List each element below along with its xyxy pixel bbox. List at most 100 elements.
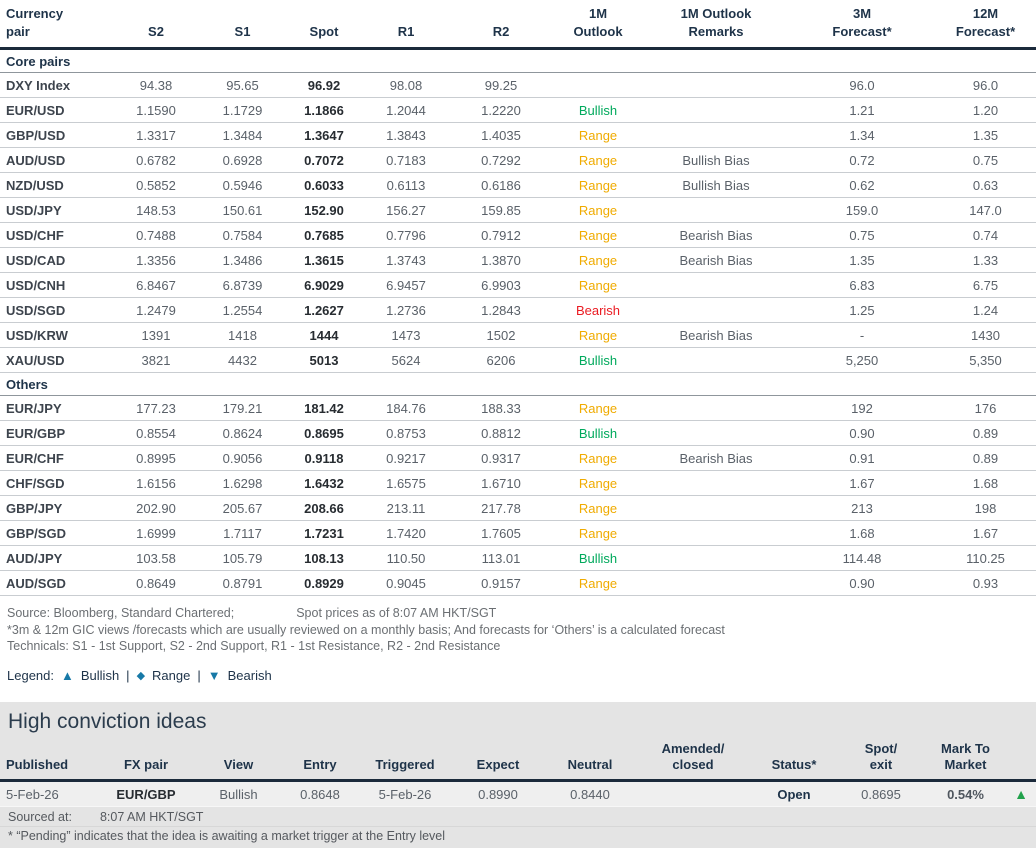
outlook-1m-value: Bullish [553,545,643,572]
outlook-1m-value [553,72,643,99]
forecast-12m-value: 147.0 [935,197,1036,224]
currency-row: USD/KRW 1391 1418 1444 1473 1502 Range B… [0,322,1036,349]
column-header [1006,739,1036,783]
technicals-note: Technicals: S1 - 1st Support, S2 - 2nd S… [7,639,501,654]
spot-value: 0.7685 [285,222,363,249]
outlook-1m-value: Range [553,172,643,199]
currency-row: EUR/USD 1.1590 1.1729 1.1866 1.2044 1.22… [0,97,1036,124]
s2-value: 94.38 [112,72,200,99]
idea-triggered: 5-Feb-26 [359,780,451,808]
outlook-remarks [643,545,789,572]
s2-value: 1.1590 [112,97,200,124]
outlook-1m-value: Bearish [553,297,643,324]
spot-value: 1.3615 [285,247,363,274]
range-diamond-icon: ◆ [136,669,146,682]
column-header: Neutral [545,739,635,783]
r2-value: 1.7605 [449,520,553,547]
currency-pair-label: USD/KRW [0,322,112,349]
column-header: 3M Forecast* [789,0,935,51]
s2-value: 3821 [112,347,200,374]
r2-value: 217.78 [449,495,553,522]
currency-pair-label: AUD/SGD [0,570,112,597]
outlook-1m-value: Range [553,495,643,522]
hc-header-row: Published FX pair View Entry Triggered E… [0,739,1036,783]
s1-value: 1.6298 [200,470,285,497]
r1-value: 0.7796 [363,222,449,249]
spot-value: 1.6432 [285,470,363,497]
high-conviction-table: Published FX pair View Entry Triggered E… [0,739,1036,808]
s1-value: 1.7117 [200,520,285,547]
r2-value: 1502 [449,322,553,349]
outlook-1m-value: Range [553,322,643,349]
forecast-12m-value: 1.33 [935,247,1036,274]
column-header-line1: 12M [972,6,999,21]
spot-value: 6.9029 [285,272,363,299]
column-header: 1M Outlook [553,0,643,51]
forecast-3m-value: 1.68 [789,520,935,547]
column-header-line2: Forecast* [832,23,892,39]
forecast-3m-value: 0.75 [789,222,935,249]
currency-pair-label: NZD/USD [0,172,112,199]
s1-value: 1.3484 [200,122,285,149]
column-header-line2: Spot [309,23,339,39]
forecast-note: *3m & 12m GIC views /forecasts which are… [7,622,725,637]
hc-table-header: Published FX pair View Entry Triggered E… [0,739,1036,783]
spot-value: 208.66 [285,495,363,522]
currency-pair-label: EUR/JPY [0,395,112,422]
column-header-line1: Currency [6,6,64,21]
column-header: 1M Outlook Remarks [643,0,789,51]
s1-value: 150.61 [200,197,285,224]
idea-fx-pair: EUR/GBP [96,780,196,808]
currency-pair-label: USD/CHF [0,222,112,249]
column-header-line2: Published [6,757,69,773]
outlook-1m-value: Range [553,122,643,149]
spot-value: 0.6033 [285,172,363,199]
spot-value: 152.90 [285,197,363,224]
forecast-12m-value: 1.20 [935,97,1036,124]
s1-value: 0.8791 [200,570,285,597]
currency-row: USD/SGD 1.2479 1.2554 1.2627 1.2736 1.28… [0,297,1036,324]
s1-value: 105.79 [200,545,285,572]
currency-row: GBP/JPY 202.90 205.67 208.66 213.11 217.… [0,495,1036,522]
forecast-12m-value: 6.75 [935,272,1036,299]
currency-row: EUR/CHF 0.8995 0.9056 0.9118 0.9217 0.93… [0,445,1036,472]
currency-row: DXY Index 94.38 95.65 96.92 98.08 99.25 … [0,72,1036,99]
forecast-3m-value: 114.48 [789,545,935,572]
legend-separator: | [126,667,130,683]
outlook-1m-value: Range [553,570,643,597]
forecast-3m-value: 213 [789,495,935,522]
outlook-1m-value: Range [553,445,643,472]
currency-pair-label: CHF/SGD [0,470,112,497]
s1-value: 205.67 [200,495,285,522]
outlook-remarks [643,122,789,149]
s2-value: 1391 [112,322,200,349]
currency-pair-label: USD/CNH [0,272,112,299]
forecast-12m-value: 0.74 [935,222,1036,249]
forecast-3m-value: 5,250 [789,347,935,374]
r2-value: 0.7292 [449,147,553,174]
column-header-line2: exit [869,757,893,773]
r1-value: 0.8753 [363,420,449,447]
currency-row: CHF/SGD 1.6156 1.6298 1.6432 1.6575 1.67… [0,470,1036,497]
idea-neutral: 0.8440 [545,780,635,808]
core-pairs-body: DXY Index 94.38 95.65 96.92 98.08 99.25 … [0,72,1036,374]
r2-value: 0.9317 [449,445,553,472]
column-header: Triggered [359,739,451,783]
forecast-12m-value: 0.93 [935,570,1036,597]
outlook-remarks [643,97,789,124]
r2-value: 1.6710 [449,470,553,497]
column-header: Spot [285,0,363,51]
fx-levels-table: Currency pair S2 S1 Spot R1 R2 1M Outloo… [0,0,1036,597]
r2-value: 1.2220 [449,97,553,124]
forecast-3m-value: 1.34 [789,122,935,149]
s1-value: 0.9056 [200,445,285,472]
outlook-remarks: Bearish Bias [643,445,789,472]
sourced-label: Sourced at: [8,810,72,825]
s2-value: 0.8554 [112,420,200,447]
forecast-12m-value: 1.68 [935,470,1036,497]
column-header-line2: S2 [148,23,164,39]
r1-value: 98.08 [363,72,449,99]
column-header: S2 [112,0,200,51]
column-header-line2: Forecast* [955,23,1016,39]
outlook-remarks: Bearish Bias [643,247,789,274]
